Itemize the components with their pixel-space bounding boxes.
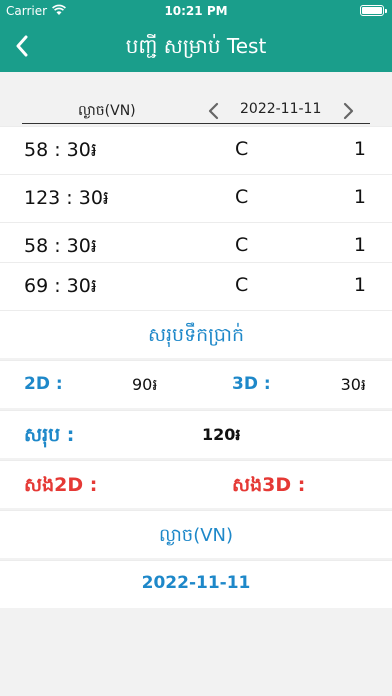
content: ល្ងាច(VN) 2022-11-11 58 : 30៛ C 1 123 : …: [0, 72, 392, 696]
list-item[interactable]: 69 : 30៛ C 1: [0, 262, 392, 310]
footer-date: 2022-11-11: [141, 573, 251, 593]
label-3d: 3D :: [232, 374, 271, 394]
bet-count: 1: [353, 186, 366, 208]
bet-count: 1: [353, 274, 366, 296]
footer-lottery-row: ល្ងាច(VN): [0, 510, 392, 558]
bet-count: 1: [353, 234, 366, 256]
list-item[interactable]: 58 : 30៛ C 1: [0, 126, 392, 174]
bet-amount: 58 : 30៛: [24, 235, 97, 257]
status-bar: Carrier 10:21 PM: [0, 0, 392, 22]
value-3d: 30៛: [340, 375, 366, 394]
list-header: ល្ងាច(VN) 2022-11-11: [0, 96, 392, 126]
bet-type: C: [235, 186, 249, 208]
payout-row: សង2D : សង3D :: [0, 460, 392, 508]
payout-2d-label: សង2D :: [24, 474, 98, 496]
summary-2d-3d-row: 2D : 90៛ 3D : 30៛: [0, 360, 392, 408]
bet-type: C: [235, 274, 249, 296]
summary-title: សរុបទឹកប្រាក់: [147, 324, 245, 346]
screen: Carrier 10:21 PM បញ្ជី សម្រាប់ Test ល្ងា…: [0, 0, 392, 696]
back-button[interactable]: [10, 32, 34, 60]
battery-icon: [360, 5, 387, 16]
bet-count: 1: [353, 138, 366, 160]
lottery-label: ល្ងាច(VN): [78, 103, 136, 119]
total-value: 120៛: [202, 425, 241, 444]
bet-amount: 58 : 30៛: [24, 139, 97, 161]
bet-amount: 123 : 30៛: [24, 187, 109, 209]
value-2d: 90៛: [132, 375, 158, 394]
label-2d: 2D :: [24, 374, 63, 394]
app-bar: Carrier 10:21 PM បញ្ជី សម្រាប់ Test: [0, 0, 392, 72]
bet-amount: 69 : 30៛: [24, 275, 97, 297]
date-label: 2022-11-11: [240, 101, 322, 117]
footer-date-row: 2022-11-11: [0, 560, 392, 608]
bet-type: C: [235, 234, 249, 256]
bet-type: C: [235, 138, 249, 160]
header-underline: [22, 123, 370, 124]
chevron-right-icon[interactable]: [340, 102, 356, 120]
chevron-left-icon: [16, 35, 28, 57]
footer-lottery: ល្ងាច(VN): [158, 525, 234, 546]
list-item[interactable]: 123 : 30៛ C 1: [0, 174, 392, 222]
total-row: សរុប : 120៛: [0, 410, 392, 458]
page-title: បញ្ជី សម្រាប់ Test: [125, 34, 267, 58]
status-time: 10:21 PM: [164, 4, 228, 18]
payout-3d-label: សង3D :: [232, 474, 306, 496]
chevron-left-icon[interactable]: [206, 102, 222, 120]
total-label: សរុប :: [24, 424, 75, 446]
summary-header: សរុបទឹកប្រាក់: [0, 310, 392, 358]
